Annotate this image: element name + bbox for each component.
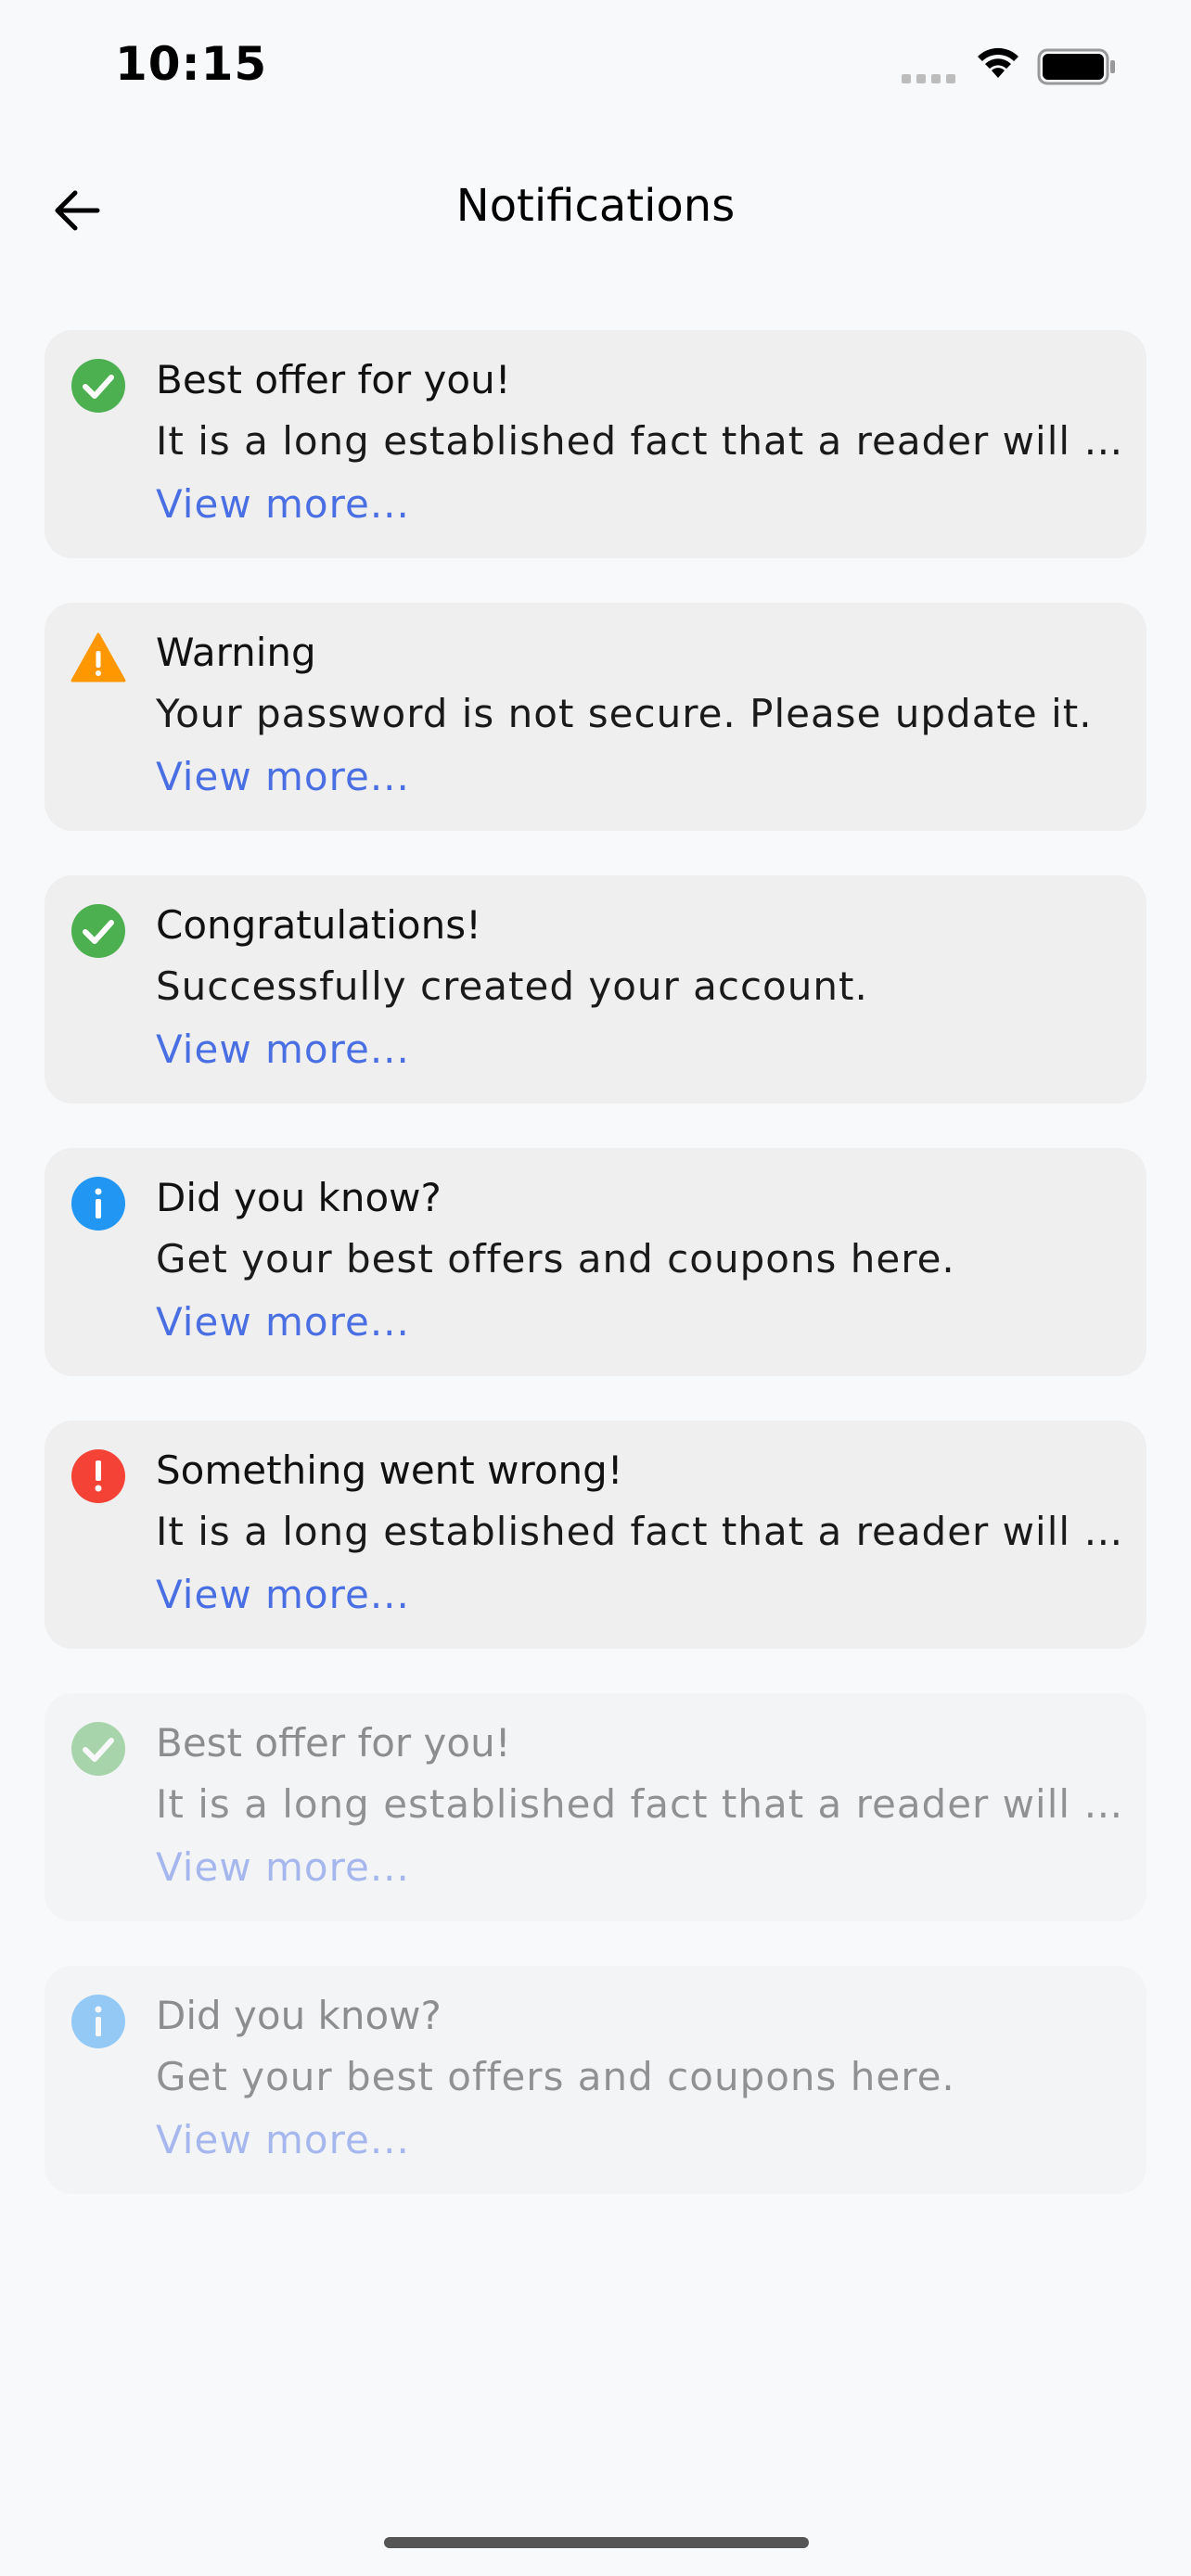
app-bar: Notifications — [0, 158, 1191, 260]
success-check-icon — [70, 358, 126, 414]
notification-card[interactable]: Something went wrong! It is a long establ… — [45, 1421, 1146, 1649]
notification-message: Get your best offers and coupons here. — [156, 2054, 955, 2099]
notification-message: It is a long established fact that a rea… — [156, 1781, 1124, 1827]
notification-message: Your password is not secure. Please upda… — [156, 691, 1093, 736]
view-more-link[interactable]: View more... — [156, 746, 410, 809]
view-more-link[interactable]: View more... — [156, 473, 410, 536]
notification-content: Best offer for you! It is a long establis… — [156, 1714, 1124, 1899]
view-more-link[interactable]: View more... — [156, 1836, 410, 1899]
info-icon — [70, 1994, 126, 2049]
notification-title: Best offer for you! — [156, 1720, 511, 1766]
view-more-link[interactable]: View more... — [156, 1563, 410, 1626]
notification-title: Congratulations! — [156, 902, 481, 948]
cellular-signal-icon — [902, 74, 955, 83]
notification-title: Did you know? — [156, 1175, 442, 1220]
notification-card[interactable]: Best offer for you! It is a long establis… — [45, 1693, 1146, 1921]
notification-title: Warning — [156, 630, 316, 675]
status-bar: 10:15 — [0, 0, 1191, 139]
wifi-icon — [978, 47, 1018, 78]
notification-card[interactable]: Congratulations! Successfully created you… — [45, 875, 1146, 1103]
notification-message: Successfully created your account. — [156, 963, 868, 1009]
notification-content: Congratulations! Successfully created you… — [156, 896, 1124, 1081]
view-more-link[interactable]: View more... — [156, 1018, 410, 1081]
notification-card[interactable]: Best offer for you! It is a long establis… — [45, 330, 1146, 558]
view-more-link[interactable]: View more... — [156, 1291, 410, 1354]
status-time: 10:15 — [115, 37, 268, 91]
success-check-icon — [70, 1721, 126, 1777]
warning-triangle-icon — [70, 631, 126, 686]
notification-title: Something went wrong! — [156, 1447, 623, 1493]
notification-card[interactable]: Warning Your password is not secure. Plea… — [45, 603, 1146, 831]
success-check-icon — [70, 903, 126, 959]
notification-card[interactable]: Did you know? Get your best offers and co… — [45, 1148, 1146, 1376]
page-title: Notifications — [455, 180, 736, 232]
notification-content: Warning Your password is not secure. Plea… — [156, 623, 1124, 809]
notification-content: Did you know? Get your best offers and co… — [156, 1168, 1124, 1354]
notification-content: Best offer for you! It is a long establis… — [156, 351, 1124, 536]
info-icon — [70, 1176, 126, 1231]
notification-card[interactable]: Did you know? Get your best offers and co… — [45, 1966, 1146, 2194]
notification-message: It is a long established fact that a rea… — [156, 1509, 1124, 1554]
notification-title: Did you know? — [156, 1993, 442, 2038]
view-more-link[interactable]: View more... — [156, 2109, 410, 2172]
battery-icon — [1037, 48, 1115, 85]
notification-message: Get your best offers and coupons here. — [156, 1236, 955, 1282]
notification-title: Best offer for you! — [156, 357, 511, 402]
notification-list: Best offer for you! It is a long establis… — [45, 330, 1146, 2238]
notification-content: Something went wrong! It is a long establ… — [156, 1441, 1124, 1626]
notification-message: It is a long established fact that a rea… — [156, 418, 1124, 464]
error-exclamation-icon — [70, 1448, 126, 1504]
notification-content: Did you know? Get your best offers and co… — [156, 1986, 1124, 2172]
home-indicator — [384, 2537, 809, 2548]
